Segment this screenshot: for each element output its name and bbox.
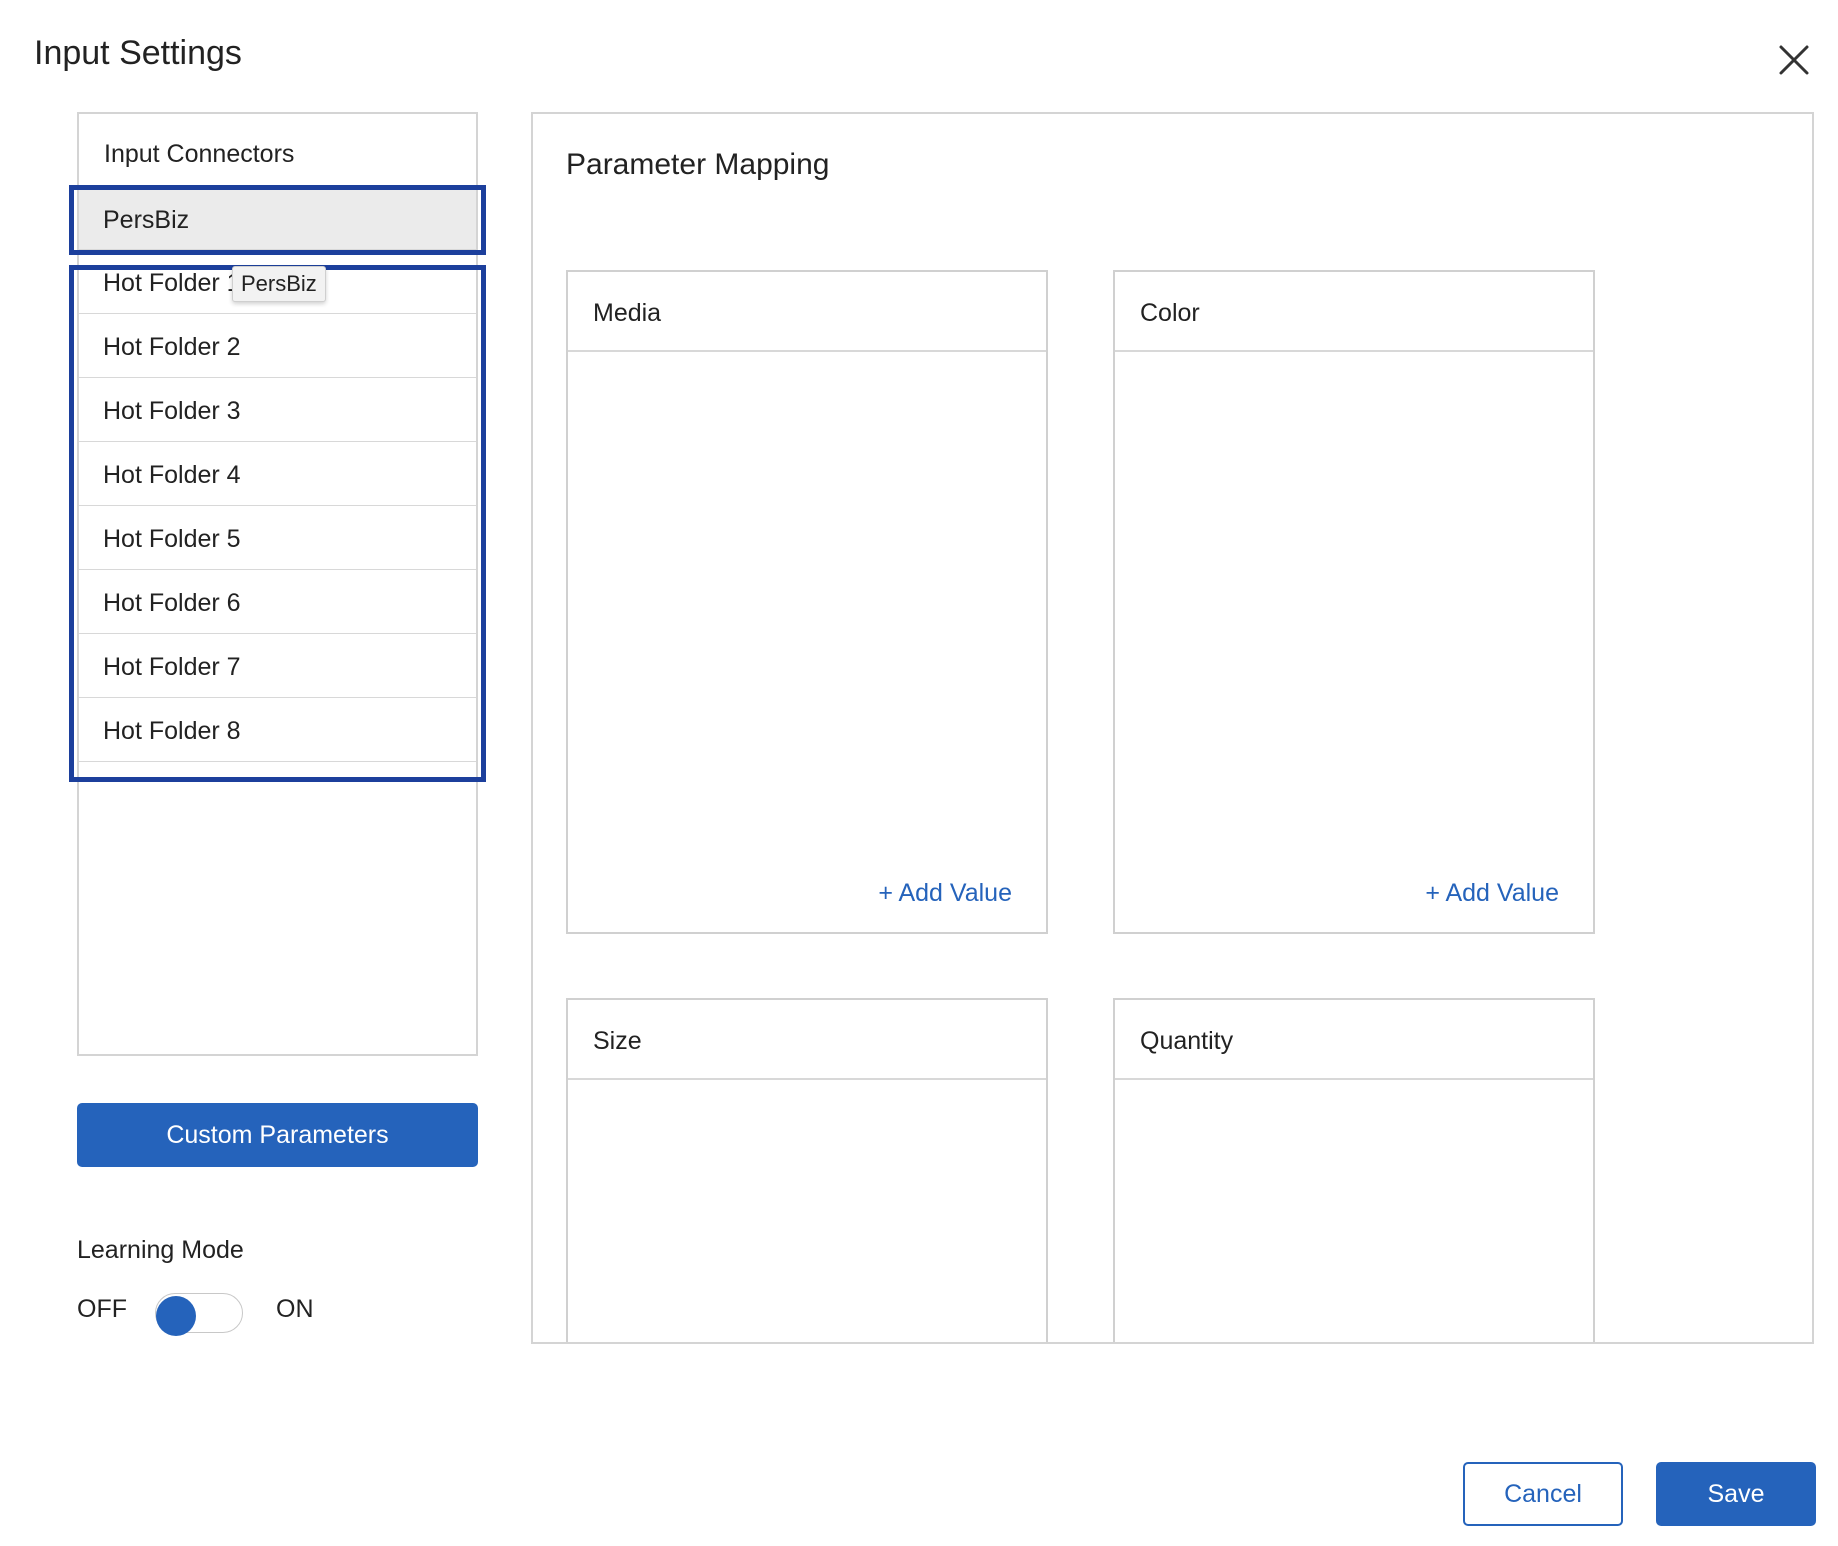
connector-item-hot-folder-6[interactable]: Hot Folder 6 (79, 570, 476, 634)
toggle-off-label: OFF (77, 1295, 127, 1323)
parameter-mapping-panel: Parameter Mapping Media + Add Value Colo… (531, 112, 1814, 1344)
connector-item-hot-folder-2[interactable]: Hot Folder 2 (79, 314, 476, 378)
learning-mode-label: Learning Mode (77, 1236, 244, 1264)
param-card-title: Quantity (1115, 1000, 1593, 1080)
param-card-media: Media + Add Value (566, 270, 1048, 934)
learning-mode-toggle[interactable] (155, 1293, 243, 1336)
connector-item-hot-folder-7[interactable]: Hot Folder 7 (79, 634, 476, 698)
parameter-mapping-title: Parameter Mapping (566, 148, 830, 181)
input-connectors-panel: Input Connectors PersBiz Hot Folder 1 Ho… (77, 112, 478, 1056)
param-card-title: Size (568, 1000, 1046, 1080)
param-card-color: Color + Add Value (1113, 270, 1595, 934)
param-card-title: Color (1115, 272, 1593, 352)
cancel-button[interactable]: Cancel (1463, 1462, 1623, 1526)
input-connectors-header: Input Connectors (104, 140, 295, 168)
toggle-knob (156, 1296, 196, 1336)
param-card-size: Size (566, 998, 1048, 1342)
add-value-link[interactable]: + Add Value (878, 879, 1012, 908)
dialog-title: Input Settings (34, 34, 242, 72)
param-card-title: Media (568, 272, 1046, 352)
save-button[interactable]: Save (1656, 1462, 1816, 1526)
custom-parameters-button[interactable]: Custom Parameters (77, 1103, 478, 1167)
connector-item-hot-folder-8[interactable]: Hot Folder 8 (79, 698, 476, 762)
close-icon (1779, 45, 1809, 75)
connector-item-hot-folder-4[interactable]: Hot Folder 4 (79, 442, 476, 506)
connector-tooltip: PersBiz (232, 266, 326, 302)
param-card-quantity: Quantity (1113, 998, 1595, 1342)
connector-item-hot-folder-3[interactable]: Hot Folder 3 (79, 378, 476, 442)
add-value-link[interactable]: + Add Value (1425, 879, 1559, 908)
toggle-on-label: ON (276, 1295, 314, 1323)
close-button[interactable] (1772, 38, 1816, 82)
connector-item-hot-folder-5[interactable]: Hot Folder 5 (79, 506, 476, 570)
connector-item-persbiz[interactable]: PersBiz (79, 186, 476, 250)
